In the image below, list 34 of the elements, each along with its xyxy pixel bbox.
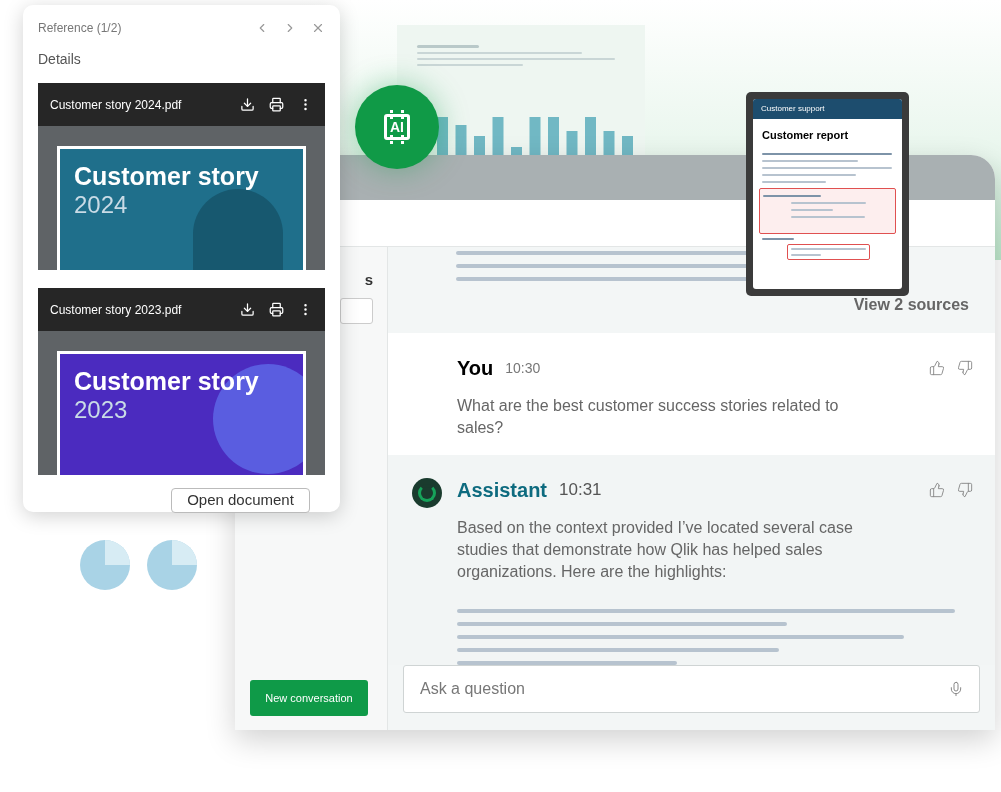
sidebar-heading: s (364, 270, 373, 290)
view-sources-link[interactable]: View 2 sources (853, 293, 969, 317)
print-icon[interactable] (269, 302, 284, 317)
panel-subtitle: Details (38, 50, 82, 69)
new-conversation-button[interactable]: New conversation (250, 680, 368, 716)
pdf-filename: Customer story 2024.pdf (50, 96, 183, 114)
panel-title: Reference (1/2) (38, 20, 123, 37)
pdf-filename: Customer story 2023.pdf (50, 301, 183, 319)
cover-year: 2024 (74, 191, 129, 219)
close-icon[interactable] (311, 21, 325, 35)
thumbs-down-icon[interactable] (957, 482, 973, 498)
message-author: You (457, 356, 494, 381)
open-document-button[interactable]: Open document (171, 488, 310, 513)
thumbs-up-icon[interactable] (929, 482, 945, 498)
assistant-avatar (411, 478, 442, 508)
report-header-text: Customer support (761, 103, 825, 115)
thumbs-down-icon[interactable] (957, 360, 973, 376)
thumbs-up-icon[interactable] (929, 360, 945, 376)
message-time: 10:31 (559, 479, 602, 502)
ai-label: AI (389, 119, 405, 135)
print-icon[interactable] (269, 97, 284, 112)
download-icon[interactable] (240, 97, 255, 112)
sidebar-search-field[interactable] (340, 297, 373, 324)
question-input[interactable]: Ask a question (403, 665, 980, 713)
message-text: What are the best customer success stories related to sales? (457, 396, 840, 438)
cover-year: 2023 (74, 396, 129, 424)
report-title: Customer report (761, 128, 850, 143)
cover-title: Customer story (74, 161, 260, 191)
microphone-icon[interactable] (948, 681, 964, 697)
cover-title: Customer story (74, 366, 260, 396)
message-time: 10:30 (505, 358, 541, 378)
message-text: Based on the context provided I’ve located several case studies that demonstrate how Qlik has helped sales organizations. Here are the highlights: (457, 518, 854, 582)
message-author: Assistant (457, 478, 548, 503)
download-icon[interactable] (240, 302, 255, 317)
